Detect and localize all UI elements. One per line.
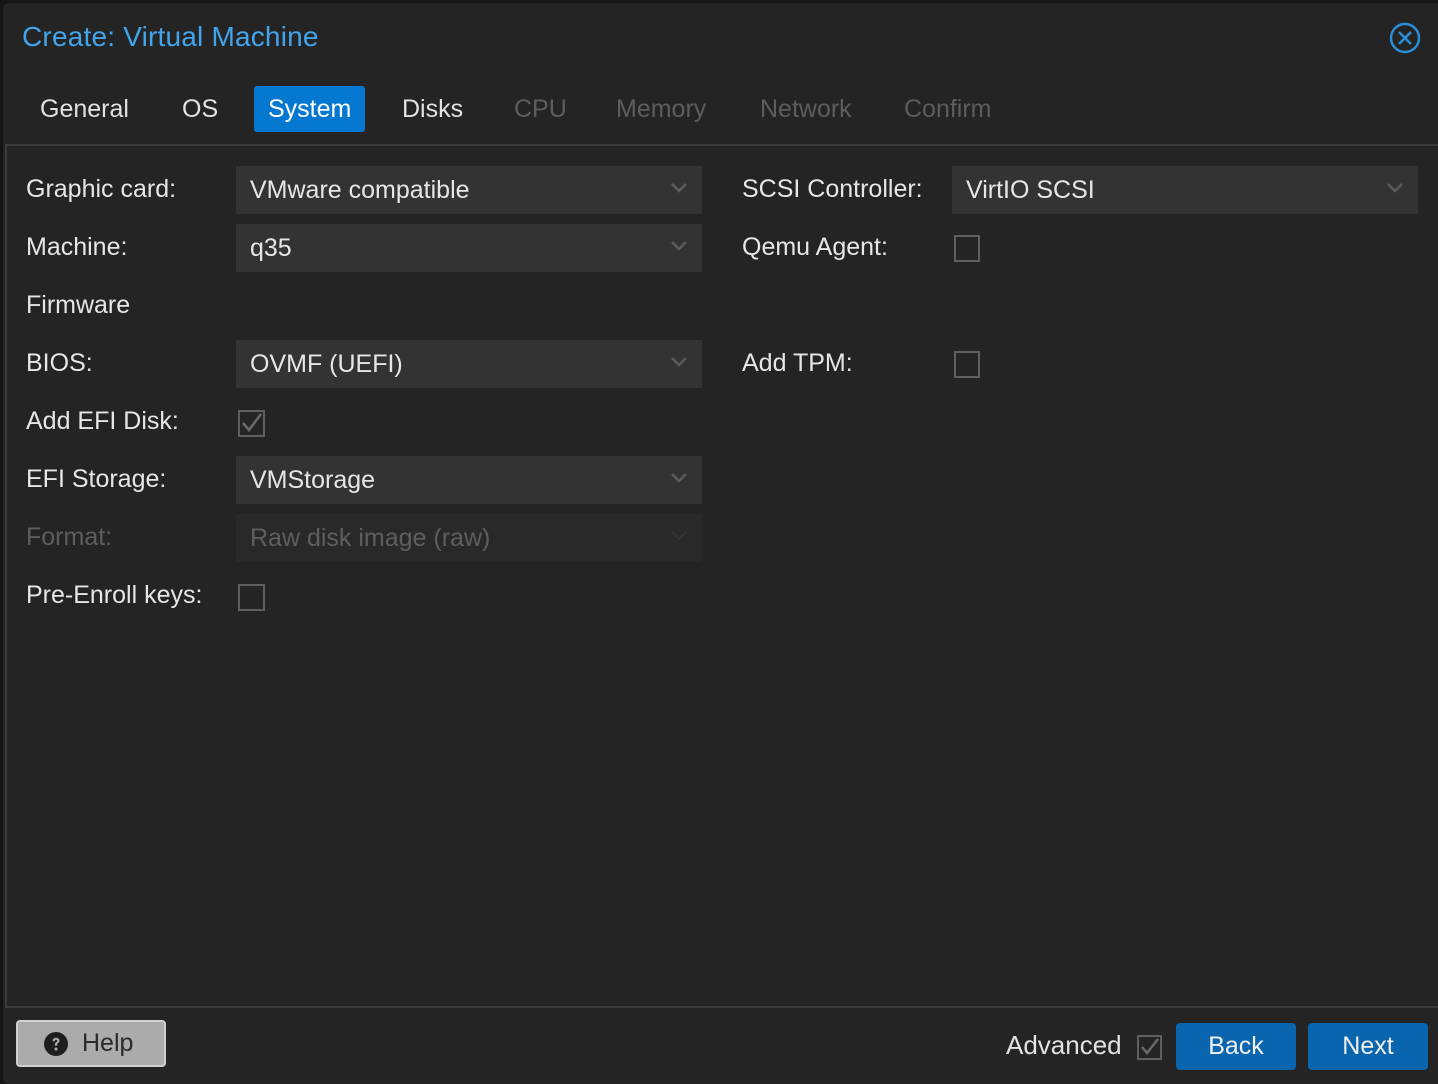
back-button[interactable]: Back bbox=[1176, 1023, 1296, 1070]
bios-select[interactable]: OVMF (UEFI) bbox=[236, 340, 702, 388]
dialog-title: Create: Virtual Machine bbox=[22, 21, 319, 52]
help-label: Help bbox=[82, 1029, 134, 1057]
chevron-down-icon bbox=[671, 241, 687, 251]
add-tpm-label: Add TPM: bbox=[742, 349, 853, 377]
advanced-label: Advanced bbox=[1006, 1030, 1122, 1060]
checkmark-icon bbox=[1141, 1038, 1159, 1055]
tab-disks[interactable]: Disks bbox=[388, 86, 477, 132]
chevron-down-icon bbox=[1387, 183, 1403, 193]
efi-storage-label: EFI Storage: bbox=[26, 465, 167, 493]
machine-value: q35 bbox=[250, 234, 292, 262]
wizard-tabs: General OS System Disks CPU Memory Netwo… bbox=[3, 85, 1438, 135]
create-vm-dialog: Create: Virtual Machine General OS Syste… bbox=[3, 3, 1438, 1084]
format-label: Format: bbox=[26, 523, 113, 551]
firmware-heading: Firmware bbox=[26, 291, 131, 319]
scsi-controller-select[interactable]: VirtIO SCSI bbox=[952, 166, 1418, 214]
add-efi-disk-checkbox[interactable] bbox=[238, 410, 265, 437]
chevron-down-icon bbox=[671, 357, 687, 367]
question-circle-icon bbox=[44, 1032, 68, 1056]
dialog-header: Create: Virtual Machine bbox=[3, 3, 1438, 73]
qemu-agent-checkbox[interactable] bbox=[954, 235, 980, 262]
efi-storage-value: VMStorage bbox=[250, 466, 376, 494]
format-value: Raw disk image (raw) bbox=[250, 524, 491, 552]
tab-system[interactable]: System bbox=[254, 86, 366, 132]
tab-memory: Memory bbox=[616, 95, 707, 123]
tab-network: Network bbox=[760, 95, 852, 123]
format-select: Raw disk image (raw) bbox=[236, 514, 702, 562]
chevron-down-icon bbox=[671, 531, 687, 541]
graphic-card-value: VMware compatible bbox=[250, 176, 470, 204]
add-tpm-checkbox[interactable] bbox=[954, 351, 980, 378]
pre-enroll-keys-label: Pre-Enroll keys: bbox=[26, 581, 203, 609]
graphic-card-label: Graphic card: bbox=[26, 175, 177, 203]
chevron-down-icon bbox=[671, 473, 687, 483]
checkmark-icon bbox=[242, 413, 262, 432]
machine-select[interactable]: q35 bbox=[236, 224, 702, 272]
tab-os[interactable]: OS bbox=[168, 86, 232, 132]
bios-value: OVMF (UEFI) bbox=[250, 350, 403, 378]
tab-confirm: Confirm bbox=[904, 95, 992, 123]
next-button[interactable]: Next bbox=[1308, 1023, 1428, 1070]
help-button[interactable]: Help bbox=[16, 1020, 166, 1067]
advanced-checkbox[interactable] bbox=[1137, 1035, 1162, 1060]
scsi-controller-label: SCSI Controller: bbox=[742, 175, 923, 203]
pre-enroll-keys-checkbox[interactable] bbox=[238, 584, 265, 611]
tab-general[interactable]: General bbox=[26, 86, 143, 132]
circle-x-icon bbox=[1389, 22, 1421, 54]
machine-label: Machine: bbox=[26, 233, 128, 261]
bios-label: BIOS: bbox=[26, 349, 93, 377]
close-button[interactable] bbox=[1389, 22, 1421, 54]
add-efi-disk-label: Add EFI Disk: bbox=[26, 407, 179, 435]
scsi-controller-value: VirtIO SCSI bbox=[966, 176, 1095, 204]
efi-storage-select[interactable]: VMStorage bbox=[236, 456, 702, 504]
graphic-card-select[interactable]: VMware compatible bbox=[236, 166, 702, 214]
chevron-down-icon bbox=[671, 183, 687, 193]
system-panel: Graphic card: VMware compatible Machine:… bbox=[5, 144, 1438, 1008]
tab-cpu: CPU bbox=[514, 95, 567, 123]
dialog-footer: Help Advanced Back Next bbox=[3, 1008, 1438, 1084]
qemu-agent-label: Qemu Agent: bbox=[742, 233, 888, 261]
